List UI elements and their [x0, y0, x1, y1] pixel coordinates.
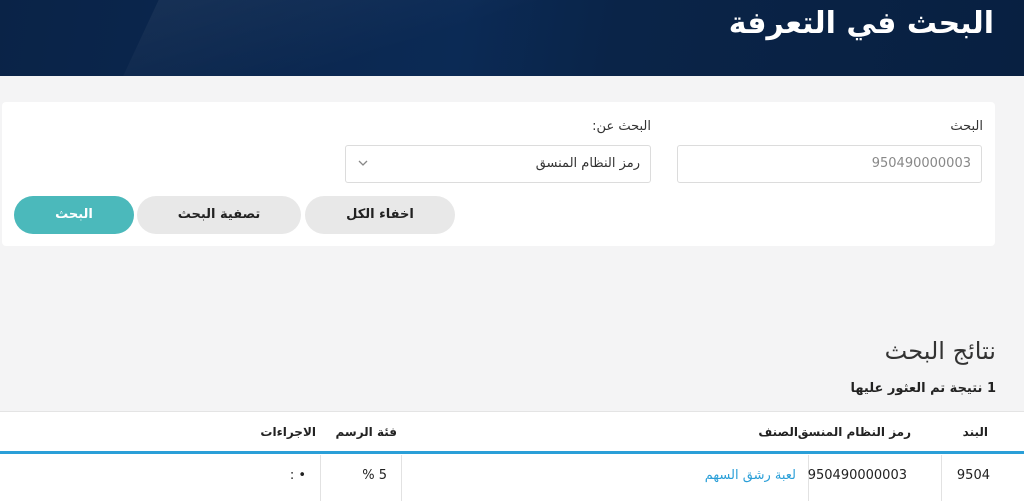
search-by-label: البحث عن:	[592, 119, 651, 134]
results-title: نتائج البحث	[884, 337, 996, 365]
row-actions-menu[interactable]: • :	[290, 463, 306, 501]
column-header-item: البند	[962, 425, 988, 439]
results-table: البند رمز النظام المنسق الصنف فئة الرسم …	[0, 411, 1024, 501]
cell-item: 9504	[956, 468, 990, 483]
chevron-down-icon	[358, 160, 368, 166]
column-header-actions: الاجراءات	[260, 425, 316, 439]
cell-fee: 5 %	[362, 468, 387, 483]
search-button[interactable]: البحث	[14, 196, 134, 234]
column-divider	[941, 455, 942, 501]
search-input[interactable]: 950490000003	[677, 145, 982, 183]
page-title: البحث في التعرفة	[728, 6, 994, 41]
header-texture	[112, 0, 588, 76]
page-header: البحث في التعرفة	[0, 0, 1024, 76]
table-row: 9504 950490000003 لعبة رشق السهم 5 % • :	[0, 455, 1024, 501]
search-by-selected-value: رمز النظام المنسق	[535, 156, 640, 171]
search-by-select[interactable]: رمز النظام المنسق	[345, 145, 651, 183]
results-count: 1 نتيجة تم العثور عليها	[850, 381, 996, 396]
column-divider	[320, 455, 321, 501]
column-header-category: الصنف	[758, 425, 798, 439]
cell-hs-code: 950490000003	[807, 468, 907, 483]
cell-category-link[interactable]: لعبة رشق السهم	[705, 463, 796, 501]
hide-all-button[interactable]: اخفاء الكل	[305, 196, 455, 234]
column-header-fee: فئة الرسم	[335, 425, 397, 439]
column-divider	[401, 455, 402, 501]
search-label: البحث	[950, 119, 983, 134]
search-form-card: البحث 950490000003 البحث عن: رمز النظام …	[2, 102, 995, 246]
filter-search-button[interactable]: تصفية البحث	[137, 196, 301, 234]
table-header: البند رمز النظام المنسق الصنف فئة الرسم …	[0, 411, 1024, 454]
column-header-hs-code: رمز النظام المنسق	[797, 425, 911, 439]
